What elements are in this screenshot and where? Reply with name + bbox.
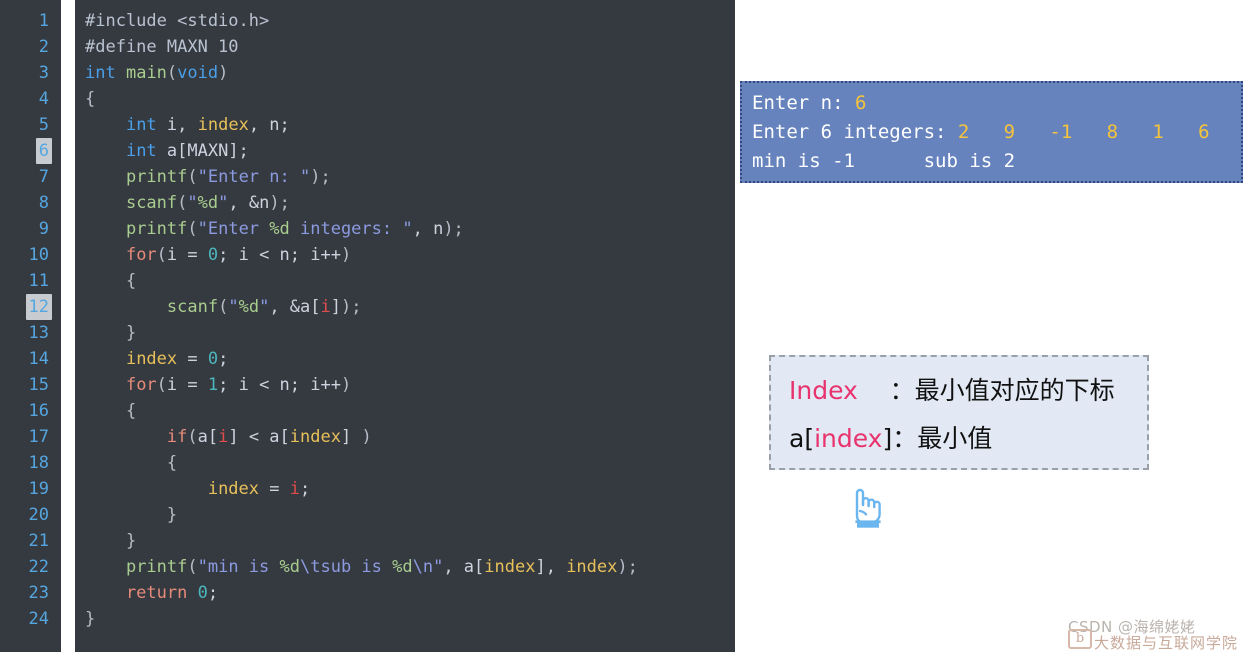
line-number[interactable]: 11 (0, 268, 61, 294)
line-number-marked[interactable]: 6 (0, 138, 61, 164)
annotation-term-index: Index (789, 376, 858, 405)
annotation-separator-2: ： (892, 424, 918, 453)
annotation-line-aindex: a[index]：最小值 (789, 415, 1147, 463)
line-number[interactable]: 22 (0, 554, 61, 580)
line-number[interactable]: 19 (0, 476, 61, 502)
annotation-line-index: Index ：最小值对应的下标 (789, 367, 1147, 415)
line-number[interactable]: 1 (0, 8, 61, 34)
terminal-prompt-integers: Enter 6 integers: (752, 121, 958, 143)
code-line: return 0; (85, 583, 219, 603)
code-line: { (125, 271, 137, 291)
code-editor-panel: 1 2 3 4 5 6 7 8 9 10 11 12 13 14 15 16 1… (0, 0, 735, 652)
pointing-up-hand-icon (840, 484, 888, 532)
code-line: int i, index, n; (125, 115, 290, 135)
terminal-line-1: Enter n: 6 (752, 89, 1241, 118)
terminal-line-3: min is -1 sub is 2 (752, 150, 1016, 172)
line-number[interactable]: 15 (0, 372, 61, 398)
line-number[interactable]: 5 (0, 112, 61, 138)
code-line: index = 0; (125, 349, 229, 369)
line-number[interactable]: 23 (0, 580, 61, 606)
code-line: { (166, 453, 178, 473)
code-line: scanf("%d", &a[i]); (166, 297, 362, 317)
watermark-logo-icon: b (1068, 629, 1092, 649)
annotation-separator: ： (857, 376, 915, 405)
annotation-desc-aindex: 最小值 (917, 424, 993, 453)
line-number[interactable]: 10 (0, 242, 61, 268)
code-line: for(i = 1; i < n; i++) (125, 375, 352, 395)
terminal-prompt-n: Enter n: (752, 92, 855, 114)
code-line: } (85, 609, 96, 629)
line-number[interactable]: 8 (0, 190, 61, 216)
line-number[interactable]: 7 (0, 164, 61, 190)
line-number-marked[interactable]: 12 (0, 294, 61, 320)
line-number[interactable]: 9 (0, 216, 61, 242)
code-line: #define MAXN 10 (85, 37, 239, 57)
line-number[interactable]: 4 (0, 86, 61, 112)
code-line: int a[MAXN]; (125, 141, 249, 161)
code-line: { (125, 401, 137, 421)
line-number[interactable]: 20 (0, 502, 61, 528)
line-number-gutter: 1 2 3 4 5 6 7 8 9 10 11 12 13 14 15 16 1… (0, 0, 61, 652)
terminal-values-integers: 2 9 -1 8 1 6 (957, 121, 1210, 143)
line-number[interactable]: 24 (0, 606, 61, 632)
annotation-desc-index: 最小值对应的下标 (914, 376, 1115, 405)
code-line: } (125, 531, 137, 551)
annotation-suffix-bracket: ] (882, 424, 893, 453)
code-content-area[interactable]: #include <stdio.h> #define MAXN 10 int m… (75, 0, 735, 652)
code-line: #include <stdio.h> (85, 11, 270, 31)
line-number[interactable]: 13 (0, 320, 61, 346)
terminal-value-n: 6 (854, 92, 867, 114)
code-line: printf("Enter n: "); (125, 167, 331, 187)
line-number[interactable]: 17 (0, 424, 61, 450)
code-line: printf("min is %d\tsub is %d\n", a[index… (125, 557, 638, 577)
code-line: { (85, 89, 96, 109)
watermark: CSDN @海绵姥姥 b 大数据与互联网学院 (1068, 616, 1246, 652)
line-number[interactable]: 3 (0, 60, 61, 86)
annotation-prefix-a: a[ (789, 424, 815, 453)
code-line: scanf("%d", &n); (125, 193, 290, 213)
code-line: } (125, 323, 137, 343)
line-number[interactable]: 21 (0, 528, 61, 554)
line-number[interactable]: 14 (0, 346, 61, 372)
code-line: int main(void) (85, 63, 229, 83)
code-line: for(i = 0; i < n; i++) (125, 245, 352, 265)
gutter-divider (61, 0, 75, 652)
terminal-output-box: Enter n: 6 Enter 6 integers: 2 9 -1 8 1 … (740, 81, 1243, 183)
annotation-term-index-inner: index (814, 424, 883, 453)
code-line: index = i; (207, 479, 311, 499)
line-number[interactable]: 16 (0, 398, 61, 424)
terminal-line-2: Enter 6 integers: 2 9 -1 8 1 6 (752, 118, 1241, 147)
annotation-box: Index ：最小值对应的下标 a[index]：最小值 (769, 355, 1149, 470)
line-number[interactable]: 18 (0, 450, 61, 476)
watermark-org: 大数据与互联网学院 (1094, 634, 1239, 652)
code-line: printf("Enter %d integers: ", n); (125, 219, 464, 239)
watermark-author: CSDN @海绵姥姥 (1068, 618, 1196, 636)
code-line: } (166, 505, 178, 525)
code-line: if(a[i] < a[index] ) (166, 427, 372, 447)
line-number[interactable]: 2 (0, 34, 61, 60)
